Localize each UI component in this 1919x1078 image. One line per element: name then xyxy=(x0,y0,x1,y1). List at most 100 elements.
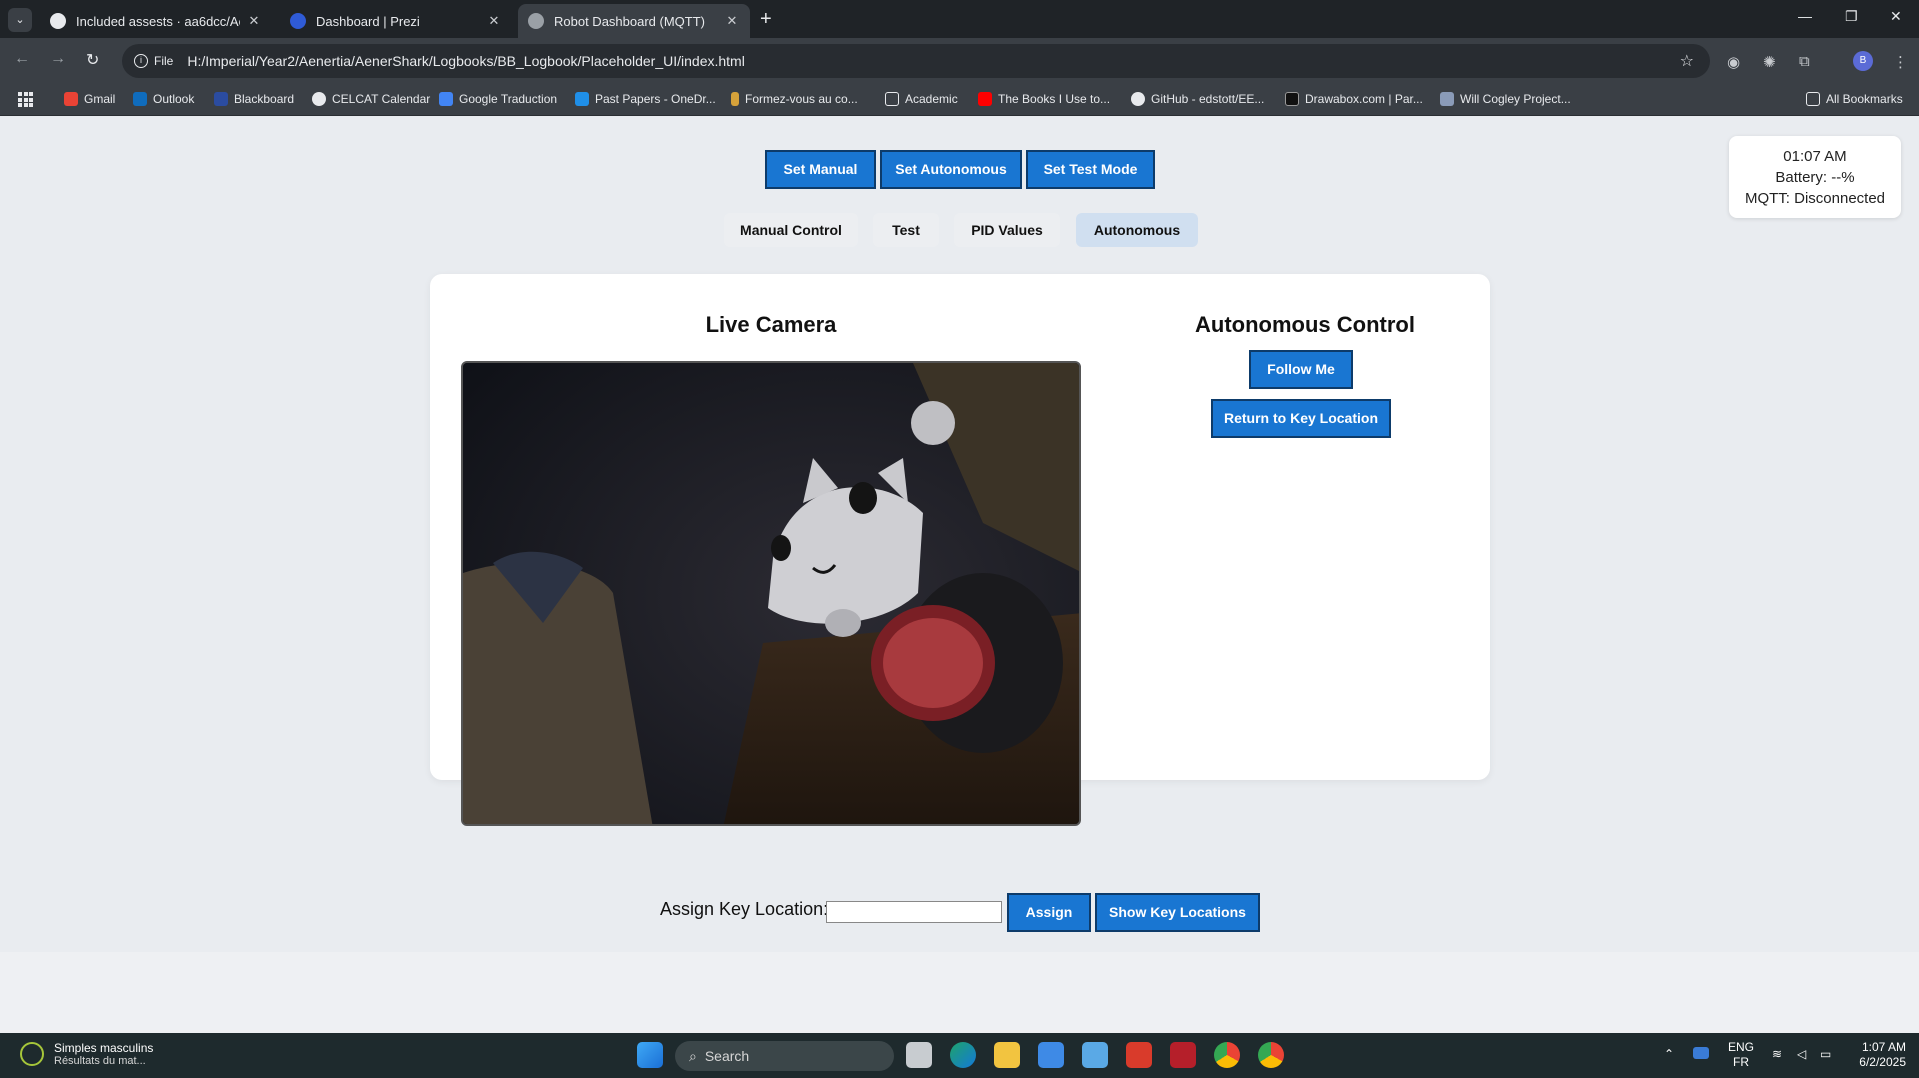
browser-tab-bar: ⌄ Included assests · aa6dcc/Aene ✕ Dashb… xyxy=(0,0,1919,38)
search-icon: ⌕ xyxy=(689,1047,697,1064)
close-icon[interactable]: ✕ xyxy=(246,13,262,29)
tab-manual-control[interactable]: Manual Control xyxy=(724,213,858,247)
assign-key-location-label: Assign Key Location: xyxy=(660,899,829,919)
edge-icon[interactable] xyxy=(950,1042,976,1068)
tab-pid-values[interactable]: PID Values xyxy=(954,213,1060,247)
youtube-icon xyxy=(978,92,992,106)
notification-app-icon[interactable] xyxy=(1693,1047,1709,1059)
celcat-icon xyxy=(312,92,326,106)
bookmark-label: Outlook xyxy=(153,92,195,106)
bookmark-github[interactable]: GitHub - edstott/EE... xyxy=(1131,92,1264,106)
bookmark-gmail[interactable]: Gmail xyxy=(64,92,115,106)
new-tab-button[interactable]: + xyxy=(760,8,772,30)
taskbar-clock[interactable]: 1:07 AM 6/2/2025 xyxy=(1846,1040,1906,1070)
openclassrooms-icon xyxy=(731,92,739,106)
file-explorer-icon[interactable] xyxy=(994,1042,1020,1068)
tab-test[interactable]: Test xyxy=(873,213,939,247)
site-info-chip[interactable]: i File xyxy=(134,54,173,68)
clock-time: 1:07 AM xyxy=(1861,1040,1906,1054)
keyboard-layout: FR xyxy=(1733,1055,1749,1069)
show-key-locations-button[interactable]: Show Key Locations xyxy=(1095,893,1260,932)
language-code: ENG xyxy=(1728,1040,1755,1054)
input-language[interactable]: ENG FR xyxy=(1728,1040,1754,1070)
status-time: 01:07 AM xyxy=(1783,148,1847,165)
onedrive-icon[interactable] xyxy=(1082,1042,1108,1068)
key-location-input[interactable] xyxy=(826,901,1002,923)
tennis-ball-icon xyxy=(20,1042,44,1066)
bookmark-books[interactable]: The Books I Use to... xyxy=(978,92,1110,106)
restore-icon[interactable]: ❐ xyxy=(1845,8,1858,25)
volume-icon[interactable]: ◁ xyxy=(1797,1047,1806,1062)
bookmark-label: Google Traduction xyxy=(459,92,558,106)
brightness-icon[interactable]: ✺ xyxy=(1763,53,1776,71)
tab-search-button[interactable]: ⌄ xyxy=(8,8,32,32)
bookmark-blackboard[interactable]: Blackboard xyxy=(214,92,294,106)
onedrive-icon xyxy=(575,92,589,106)
bookmark-google-traduction[interactable]: Google Traduction xyxy=(439,92,557,106)
bookmark-label: Past Papers - OneDr... xyxy=(595,92,716,106)
weather-widget[interactable]: Simples masculins Résultats du mat... xyxy=(20,1041,153,1067)
bookmark-formez-vous[interactable]: Formez-vous au co... xyxy=(731,92,858,106)
tab-title: Included assests · aa6dcc/Aene xyxy=(76,13,240,29)
assign-button[interactable]: Assign xyxy=(1007,893,1091,932)
github-icon xyxy=(50,13,66,29)
autonomous-panel: Live Camera Autonomous Control Follow Me… xyxy=(430,274,1490,826)
status-card: 01:07 AM Battery: --% MQTT: Disconnected xyxy=(1729,136,1901,218)
address-bar[interactable]: i File H:/Imperial/Year2/Aenertia/AenerS… xyxy=(122,44,1710,78)
taskbar-search[interactable]: ⌕ Search xyxy=(675,1041,894,1071)
bookmark-star-icon[interactable]: ☆ xyxy=(1680,51,1694,71)
extensions-icon[interactable]: ⧉ xyxy=(1799,53,1810,70)
tab-autonomous[interactable]: Autonomous xyxy=(1076,213,1198,247)
task-view-icon[interactable] xyxy=(906,1042,932,1068)
set-manual-button[interactable]: Set Manual xyxy=(765,150,876,189)
set-test-mode-button[interactable]: Set Test Mode xyxy=(1026,150,1155,189)
chevron-up-icon[interactable]: ⌃ xyxy=(1664,1047,1674,1062)
bookmark-celcat[interactable]: CELCAT Calendar xyxy=(312,92,430,106)
widget-subtitle: Résultats du mat... xyxy=(54,1055,146,1067)
browser-tab-github[interactable]: Included assests · aa6dcc/Aene ✕ xyxy=(40,4,272,38)
forward-arrow-icon[interactable]: → xyxy=(50,50,66,68)
acrobat-icon[interactable] xyxy=(1126,1042,1152,1068)
more-menu-icon[interactable]: ⋮ xyxy=(1893,53,1908,71)
reload-icon[interactable]: ↻ xyxy=(86,50,99,70)
minimize-icon[interactable]: — xyxy=(1798,8,1812,24)
back-arrow-icon[interactable]: ← xyxy=(14,50,30,68)
profile-avatar[interactable]: B xyxy=(1853,51,1873,71)
set-autonomous-button[interactable]: Set Autonomous xyxy=(880,150,1022,189)
chrome-icon[interactable] xyxy=(1214,1042,1240,1068)
all-bookmarks[interactable]: All Bookmarks xyxy=(1806,92,1903,106)
bookmark-drawabox[interactable]: Drawabox.com | Par... xyxy=(1285,92,1423,106)
dashboard-page: 01:07 AM Battery: --% MQTT: Disconnected… xyxy=(0,117,1919,952)
apps-grid-icon[interactable] xyxy=(18,92,33,107)
microsoft-store-icon[interactable] xyxy=(1038,1042,1064,1068)
bookmark-label: Drawabox.com | Par... xyxy=(1305,92,1423,106)
chrome-profile-icon[interactable] xyxy=(1258,1042,1284,1068)
windows-start-icon[interactable] xyxy=(637,1042,663,1068)
info-icon: i xyxy=(134,54,148,68)
matlab-icon[interactable] xyxy=(1170,1042,1196,1068)
bookmark-label: CELCAT Calendar xyxy=(332,92,431,106)
bookmark-academic-folder[interactable]: Academic xyxy=(885,92,958,106)
follow-me-button[interactable]: Follow Me xyxy=(1249,350,1353,389)
close-icon[interactable]: ✕ xyxy=(724,13,740,29)
autonomous-control-title: Autonomous Control xyxy=(1195,312,1415,337)
bookmark-will-cogley[interactable]: Will Cogley Project... xyxy=(1440,92,1571,106)
browser-tab-robot-dashboard[interactable]: Robot Dashboard (MQTT) ✕ xyxy=(518,4,750,38)
prezi-icon xyxy=(290,13,306,29)
camera-title: Live Camera xyxy=(705,312,837,337)
browser-toolbar: ← → ↻ i File H:/Imperial/Year2/Aenertia/… xyxy=(0,38,1919,84)
bookmark-label: Will Cogley Project... xyxy=(1460,92,1571,106)
wifi-icon[interactable]: ≋ xyxy=(1772,1047,1782,1062)
google-translate-icon xyxy=(439,92,453,106)
close-window-icon[interactable]: ✕ xyxy=(1890,8,1902,25)
bookmark-past-papers[interactable]: Past Papers - OneDr... xyxy=(575,92,716,106)
bookmarks-bar: Gmail Outlook Blackboard CELCAT Calendar… xyxy=(0,84,1919,116)
url-text: H:/Imperial/Year2/Aenertia/AenerShark/Lo… xyxy=(187,53,745,69)
grammarly-icon[interactable]: ◉ xyxy=(1727,53,1740,71)
battery-icon[interactable]: ▭ xyxy=(1820,1047,1831,1062)
close-icon[interactable]: ✕ xyxy=(486,13,502,29)
status-mqtt: MQTT: Disconnected xyxy=(1744,190,1886,207)
return-to-key-location-button[interactable]: Return to Key Location xyxy=(1211,399,1391,438)
browser-tab-prezi[interactable]: Dashboard | Prezi ✕ xyxy=(280,4,512,38)
bookmark-outlook[interactable]: Outlook xyxy=(133,92,194,106)
